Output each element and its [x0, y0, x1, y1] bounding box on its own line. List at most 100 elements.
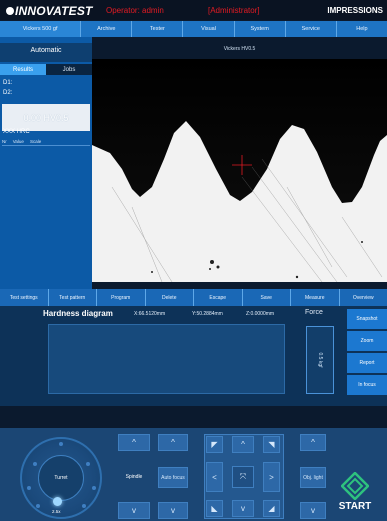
turret-position-dot[interactable]	[86, 462, 90, 466]
results-panel: Automatic Results Jobs D1: D2: 0.00 HV0.…	[0, 37, 92, 289]
focus-up-button[interactable]: ^	[158, 434, 188, 451]
hardness-result: 0.00 HV0.5	[2, 104, 90, 131]
start-diamond-icon	[341, 472, 369, 500]
action-bar: Test settings Test pattern Program Delet…	[0, 289, 387, 306]
menu-tester[interactable]: Tester	[132, 21, 184, 37]
brand-name: INNOVATEST	[15, 4, 93, 18]
chevron-right-icon: >	[269, 472, 274, 482]
stage-up-right-button[interactable]: ◥	[263, 436, 280, 453]
col-scale: Scale	[29, 139, 42, 144]
chevron-up-icon: ^	[171, 438, 175, 447]
objective-light-label: Obj. light	[303, 474, 323, 481]
chevron-up-icon: ^	[241, 440, 245, 449]
snapshot-button[interactable]: Snapshot	[347, 309, 387, 330]
arrow-down-left-icon: ◣	[211, 504, 218, 513]
menu-service[interactable]: Service	[286, 21, 337, 37]
objective-label: 2.5x	[52, 509, 61, 514]
diagram-title: Hardness diagram	[43, 309, 113, 318]
light-up-button[interactable]: ^	[300, 434, 326, 451]
chevron-down-icon: v	[311, 506, 315, 515]
turret-position-dot[interactable]	[36, 504, 40, 508]
stage-up-button[interactable]: ^	[232, 436, 254, 453]
z-coordinate: Z:0.0000mm	[246, 311, 275, 317]
chevron-up-icon: ^	[132, 438, 136, 447]
innovatest-logo: INNOVATEST	[6, 4, 93, 18]
menu-archive[interactable]: Archive	[81, 21, 133, 37]
report-button[interactable]: Report	[347, 353, 387, 374]
measure-button[interactable]: Measure	[291, 289, 340, 306]
logo-dot-icon	[6, 7, 14, 15]
d1-label: D1:	[3, 80, 13, 86]
mode-label[interactable]: Automatic	[0, 47, 92, 54]
turret-position-dot[interactable]	[92, 486, 96, 490]
chevron-left-icon: <	[212, 472, 217, 482]
menu-help[interactable]: Help	[337, 21, 387, 37]
chevron-down-icon: v	[241, 504, 245, 513]
active-objective-indicator	[53, 497, 62, 506]
delete-button[interactable]: Delete	[146, 289, 194, 306]
chevron-down-icon: v	[171, 506, 175, 515]
force-label: Force	[305, 309, 323, 316]
main-menu-bar: Vickers 500 gf Archive Tester Visual Sys…	[0, 21, 387, 37]
arrow-up-right-icon: ◥	[268, 440, 275, 449]
hardness-diagram-panel: Hardness diagram X:66.5120mm Y:50.2884mm…	[0, 306, 387, 406]
objective-light-button[interactable]: Obj. light	[300, 467, 326, 488]
y-coordinate: Y:50.2884mm	[192, 311, 223, 317]
menu-system[interactable]: System	[235, 21, 286, 37]
in-focus-button[interactable]: In focus	[347, 375, 387, 396]
col-value: Value	[12, 139, 24, 144]
start-button[interactable]: START	[333, 472, 377, 512]
spindle-up-button[interactable]: ^	[118, 434, 150, 451]
stage-down-left-button[interactable]: ◣	[206, 500, 223, 517]
zoom-button[interactable]: Zoom	[347, 331, 387, 352]
stage-right-button[interactable]: >	[263, 462, 280, 492]
menu-visual[interactable]: Visual	[183, 21, 235, 37]
microscope-image-view[interactable]: Vickers HV0.5	[92, 37, 387, 282]
spindle-label: Spindle	[125, 474, 143, 480]
stage-left-button[interactable]: <	[206, 462, 223, 492]
impressions-label: IMPRESSIONS	[327, 6, 383, 15]
turret-position-dot[interactable]	[27, 486, 31, 490]
turret-position-dot[interactable]	[59, 442, 63, 446]
tab-results[interactable]: Results	[0, 64, 46, 75]
escape-button[interactable]: Escape	[194, 289, 243, 306]
start-label: START	[338, 501, 372, 512]
specimen-image	[92, 37, 387, 282]
results-tabs: Results Jobs	[0, 64, 92, 75]
turret-button[interactable]: Turret	[38, 455, 84, 501]
top-bar: INNOVATEST Operator: admin [Administrato…	[0, 0, 387, 20]
thread-profile	[92, 59, 387, 203]
operator-label: Operator: admin	[106, 6, 164, 15]
force-selector[interactable]: 0.5 kgf	[306, 326, 334, 394]
spindle-down-button[interactable]: v	[118, 502, 150, 519]
results-list-header: Nr Value Scale	[2, 139, 90, 144]
turret-position-dot[interactable]	[33, 462, 37, 466]
stage-up-left-button[interactable]: ◤	[206, 436, 223, 453]
arrow-down-right-icon: ◢	[268, 504, 275, 513]
stage-center-button[interactable]: ⤧	[232, 466, 254, 488]
hardness-diagram-chart[interactable]	[48, 324, 285, 394]
light-down-button[interactable]: v	[300, 502, 326, 519]
stage-down-button[interactable]: v	[232, 500, 254, 517]
x-coordinate: X:66.5120mm	[134, 311, 166, 317]
tab-jobs[interactable]: Jobs	[46, 64, 92, 75]
focus-down-button[interactable]: v	[158, 502, 188, 519]
stage-down-right-button[interactable]: ◢	[263, 500, 280, 517]
save-button[interactable]: Save	[243, 289, 291, 306]
arrow-up-left-icon: ◤	[211, 440, 218, 449]
chevron-up-icon: ^	[311, 438, 315, 447]
list-divider	[2, 145, 90, 146]
test-pattern-button[interactable]: Test pattern	[49, 289, 97, 306]
auto-focus-label: Auto focus	[161, 474, 185, 481]
auto-focus-button[interactable]: Auto focus	[158, 467, 188, 488]
d2-label: D2:	[3, 90, 13, 96]
image-title: Vickers HV0.5	[223, 46, 256, 52]
turret-label: Turret	[54, 475, 68, 481]
overview-button[interactable]: Overview	[340, 289, 387, 306]
menu-test-method[interactable]: Vickers 500 gf	[0, 21, 82, 37]
turret-position-dot[interactable]	[82, 504, 86, 508]
program-button[interactable]: Program	[97, 289, 146, 306]
test-settings-button[interactable]: Test settings	[0, 289, 49, 306]
chevron-down-icon: v	[132, 506, 136, 515]
col-nr: Nr	[2, 139, 7, 144]
